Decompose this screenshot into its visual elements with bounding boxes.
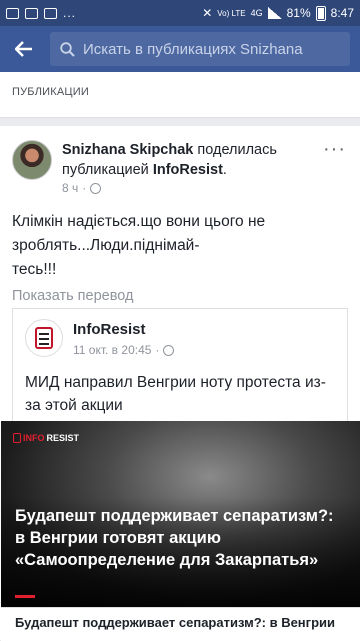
logo-mark-icon — [13, 433, 21, 443]
more-options-icon[interactable]: ··· — [323, 138, 346, 161]
clock: 8:47 — [330, 6, 354, 20]
network-label: Vo) LTE — [217, 8, 246, 18]
author-avatar[interactable] — [12, 140, 52, 180]
inforesist-logo-icon[interactable] — [25, 319, 63, 357]
signal-icon — [267, 7, 282, 19]
accent-bar — [15, 595, 35, 598]
battery-icon — [315, 5, 326, 21]
article-caption[interactable]: Будапешт поддерживает сепаратизм?: в Вен… — [1, 607, 360, 641]
translate-link[interactable]: Показать перевод — [12, 288, 133, 304]
mute-icon: ✕ — [202, 6, 213, 20]
post-card: Snizhana Skipchak поделилась публикацией… — [0, 126, 360, 641]
post-meta: 8 ч · — [62, 181, 102, 195]
status-bar: ... ✕ Vo) LTE 4G 81% 8:47 — [0, 0, 360, 26]
post-text: Клімкін надіється.що вони цього не зробл… — [12, 213, 266, 278]
back-arrow-icon[interactable] — [10, 35, 38, 63]
post-header: Snizhana Skipchak поделилась публикацией… — [62, 142, 277, 178]
globe-icon — [163, 344, 175, 356]
search-bar: Искать в публикациях Snizhana — [0, 26, 360, 72]
section-title: ПУБЛИКАЦИИ — [12, 86, 89, 98]
search-input[interactable]: Искать в публикациях Snizhana — [50, 32, 350, 66]
battery-percent: 81% — [286, 6, 311, 20]
globe-icon — [90, 182, 102, 194]
more-notifications: ... — [63, 6, 77, 20]
section-header: ПУБЛИКАЦИИ — [0, 72, 360, 118]
article-title: Будапешт поддерживает сепаратизм?: в Вен… — [15, 507, 334, 569]
article-logo: INFO RESIST — [13, 433, 79, 443]
source-name[interactable]: InfoResist — [73, 321, 146, 338]
shared-page-link[interactable]: InfoResist — [153, 162, 223, 178]
mail-notification-icon — [44, 7, 57, 19]
image-notification-icon — [25, 7, 38, 19]
search-placeholder: Искать в публикациях Snizhana — [83, 40, 303, 58]
article-preview-image[interactable]: INFO RESIST Будапешт поддерживает сепара… — [1, 421, 360, 607]
facebook-notification-icon — [6, 7, 19, 19]
search-icon — [60, 41, 75, 57]
net-type-label: 4G — [250, 8, 263, 18]
post-time[interactable]: 8 ч — [62, 181, 78, 195]
source-time[interactable]: 11 окт. в 20:45 — [73, 343, 151, 357]
source-meta: 11 окт. в 20:45 · — [73, 343, 175, 357]
shared-text: МИД направил Венгрии ноту протеста из-за… — [25, 374, 326, 414]
author-name[interactable]: Snizhana Skipchak — [62, 142, 193, 158]
shared-post[interactable]: InfoResist 11 окт. в 20:45 · МИД направи… — [1, 308, 360, 641]
